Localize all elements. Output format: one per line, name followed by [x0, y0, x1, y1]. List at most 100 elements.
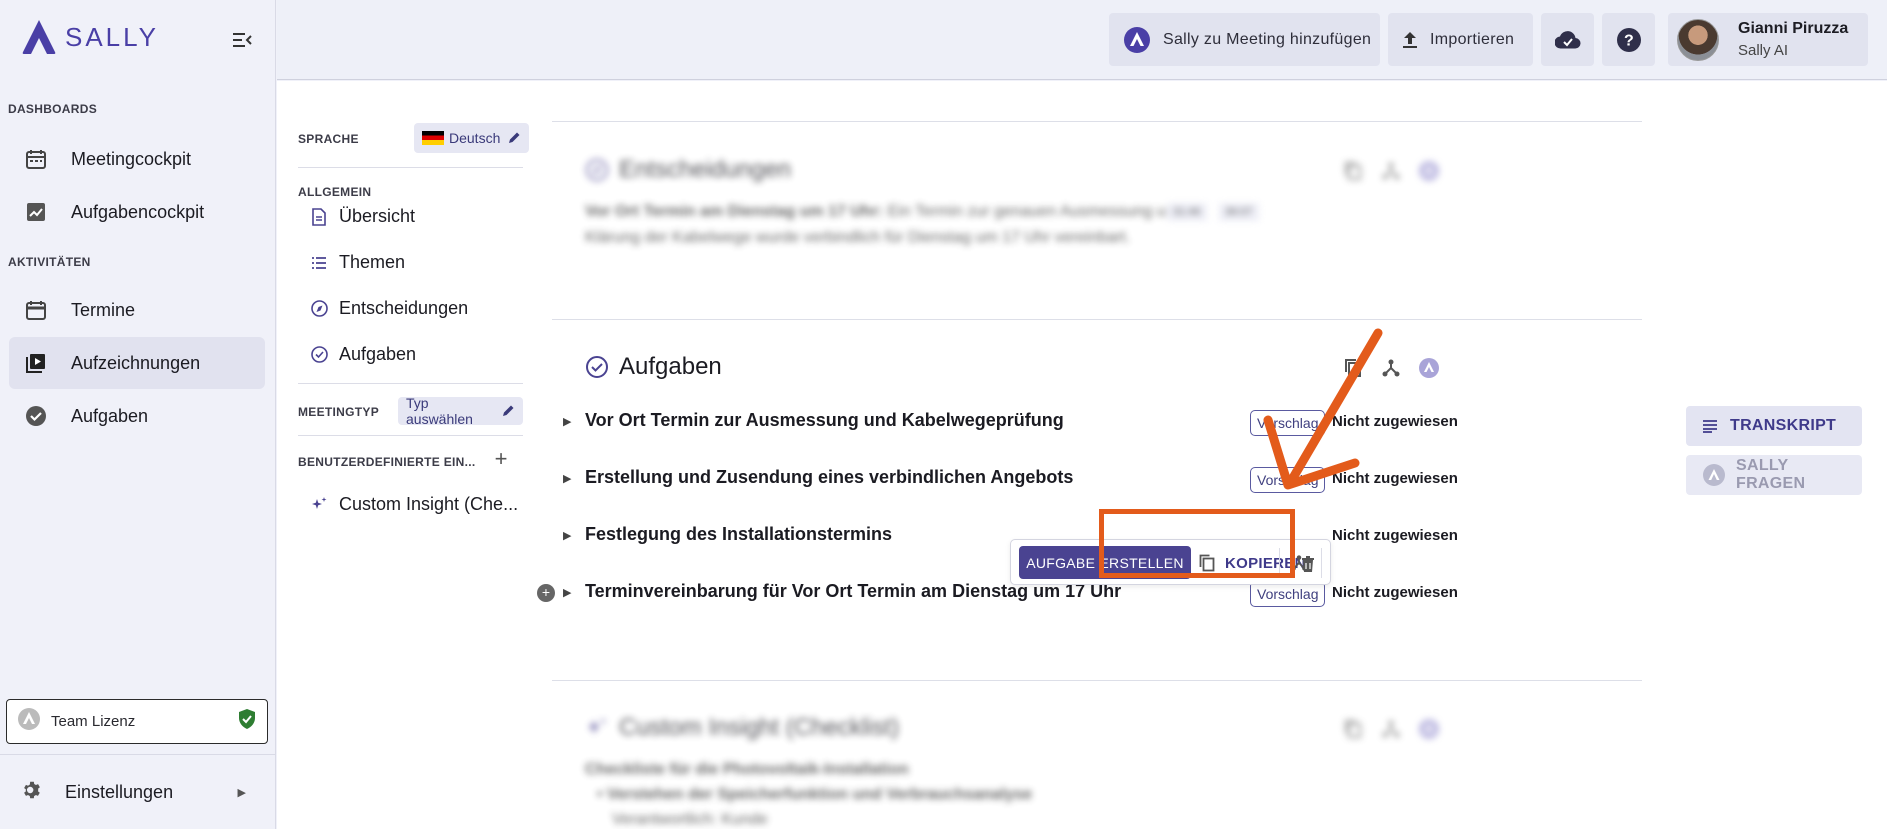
import-button[interactable]: Importieren — [1388, 13, 1533, 66]
plus-icon: + — [494, 446, 508, 471]
cloud-check-icon — [1554, 30, 1581, 50]
task-row[interactable]: ▶ Erstellung und Zusendung eines verbind… — [552, 461, 1642, 501]
language-selector[interactable]: Deutsch — [414, 123, 530, 153]
shield-check-icon — [237, 708, 257, 735]
edit-icon — [501, 404, 515, 418]
sally-badge-icon[interactable] — [1418, 357, 1440, 379]
summary-panel: Entscheidungen Vor Ort Termin am Diensta… — [537, 81, 1642, 829]
expand-caret-icon[interactable]: ▶ — [563, 529, 571, 542]
share-icon[interactable] — [1380, 718, 1402, 740]
timestamp-badge: 36:07 — [1219, 203, 1259, 221]
toc-item-custom-insight[interactable]: Custom Insight (Che... — [310, 494, 518, 515]
meeting-type-selector[interactable]: Typ auswählen — [398, 395, 523, 427]
divider — [298, 435, 523, 436]
collapse-sidebar-button[interactable] — [230, 28, 258, 52]
upload-icon — [1402, 31, 1418, 49]
sidebar-item-aufgaben[interactable]: Aufgaben — [9, 390, 265, 442]
license-label: Team Lizenz — [51, 713, 136, 730]
sidebar-item-label: Aufgaben — [71, 405, 149, 426]
task-assignee[interactable]: Nicht zugewiesen — [1332, 527, 1458, 544]
sally-badge-icon — [1702, 463, 1726, 487]
ask-sally-button[interactable]: SALLY FRAGEN — [1686, 455, 1862, 495]
activities-label: AKTIVITÄTEN — [8, 255, 91, 269]
custom-insights-label: BENUTZERDEFINIERTE EIN... — [298, 455, 476, 469]
check-circle-outline-icon — [310, 346, 328, 364]
ask-sally-label: SALLY FRAGEN — [1736, 457, 1806, 492]
expand-caret-icon[interactable]: ▶ — [563, 472, 571, 485]
dashboards-label: DASHBOARDS — [8, 102, 98, 116]
check-circle-outline-icon — [585, 355, 609, 379]
toc-item-label: Entscheidungen — [339, 298, 469, 318]
add-custom-insight-button[interactable]: + — [491, 446, 511, 471]
task-title[interactable]: Vor Ort Termin zur Ausmessung und Kabelw… — [585, 410, 1064, 431]
divider — [298, 383, 523, 384]
timestamp-badge: 31:46 — [1167, 203, 1207, 221]
checklist-item: • Verstehen der Speicherfunktion und Ver… — [597, 786, 1033, 803]
help-button[interactable]: ? — [1602, 13, 1655, 66]
decision-text: Ein Termin zur genauen Ausmessung und — [887, 203, 1184, 220]
meeting-type-value: Typ auswählen — [406, 395, 473, 427]
sidebar-item-aufgabencockpit[interactable]: Aufgabencockpit — [9, 186, 265, 238]
sidebar-item-termine[interactable]: Termine — [9, 284, 265, 336]
add-task-icon[interactable]: + — [537, 584, 555, 602]
divider — [1279, 548, 1280, 578]
user-name: Gianni Piruzza — [1738, 20, 1849, 37]
tasks-title: Aufgaben — [619, 353, 722, 380]
decision-line-2: Klärung der Kabelwege wurde verbindlich … — [585, 229, 1131, 246]
task-action-toolbar: AUFGABE ERSTELLEN KOPIEREN — [1010, 539, 1331, 585]
expand-caret-icon[interactable]: ▶ — [563, 415, 571, 428]
task-title[interactable]: Festlegung des Installationstermins — [585, 524, 892, 545]
copy-icon[interactable] — [1342, 718, 1364, 740]
task-title[interactable]: Erstellung und Zusendung eines verbindli… — [585, 467, 1073, 488]
main-content: SPRACHE Deutsch ALLGEMEIN Übersicht Them… — [277, 81, 1887, 829]
sidebar-item-aufzeichnungen[interactable]: Aufzeichnungen — [9, 337, 265, 389]
create-task-button[interactable]: AUFGABE ERSTELLEN — [1019, 546, 1191, 579]
divider — [1321, 548, 1322, 578]
divider — [552, 319, 1642, 320]
settings-button[interactable]: Einstellungen ▶ — [0, 754, 276, 829]
license-status[interactable]: Team Lizenz — [6, 699, 268, 744]
annotation-arrow-icon — [1263, 328, 1383, 490]
share-icon[interactable] — [1380, 160, 1402, 182]
task-row[interactable]: ▶ Vor Ort Termin zur Ausmessung und Kabe… — [552, 404, 1642, 444]
toc-item-topics[interactable]: Themen — [310, 252, 405, 273]
toc-item-decisions[interactable]: Entscheidungen — [310, 298, 468, 319]
check-circle-icon — [24, 404, 48, 428]
toc-item-label: Themen — [339, 252, 406, 272]
transcript-label: TRANSKRIPT — [1730, 417, 1837, 434]
toc-item-label: Übersicht — [339, 206, 416, 226]
delete-icon[interactable] — [1297, 553, 1319, 575]
cloud-sync-button[interactable] — [1541, 13, 1594, 66]
calendar-icon — [24, 298, 48, 322]
sidebar-item-label: Meetingcockpit — [71, 148, 192, 169]
divider — [298, 167, 523, 168]
svg-text:?: ? — [1623, 32, 1633, 49]
checklist-item-text: Verstehen der Speicherfunktion und Verbr… — [607, 786, 1033, 803]
sally-logo-icon — [1123, 26, 1151, 54]
add-sally-to-meeting-button[interactable]: Sally zu Meeting hinzufügen — [1109, 13, 1380, 66]
transcript-button[interactable]: TRANSKRIPT — [1686, 406, 1862, 446]
sally-badge-icon[interactable] — [1418, 160, 1440, 182]
user-menu[interactable]: Gianni Piruzza Sally AI — [1668, 13, 1868, 66]
toc-item-tasks[interactable]: Aufgaben — [310, 344, 416, 365]
sidebar-item-meetingcockpit[interactable]: Meetingcockpit — [9, 133, 265, 185]
chevron-right-icon: ▶ — [237, 786, 246, 799]
video-library-icon — [24, 351, 48, 375]
divider — [552, 121, 1642, 122]
toc-item-label: Custom Insight (Che... — [339, 494, 519, 514]
expand-caret-icon[interactable]: ▶ — [563, 586, 571, 599]
logo[interactable]: SALLY — [21, 18, 159, 56]
sidebar-item-label: Termine — [71, 299, 136, 320]
toc-item-label: Aufgaben — [339, 344, 417, 364]
section-actions — [1342, 718, 1440, 740]
compass-icon — [585, 158, 609, 182]
toc-item-overview[interactable]: Übersicht — [310, 206, 415, 227]
top-bar: Sally zu Meeting hinzufügen Importieren … — [277, 0, 1887, 80]
checklist-heading: Checkliste für die Photovoltaik-Installa… — [585, 761, 909, 778]
general-label: ALLGEMEIN — [298, 185, 372, 199]
edit-icon — [507, 131, 521, 145]
settings-label: Einstellungen — [65, 781, 174, 802]
task-assignee[interactable]: Nicht zugewiesen — [1332, 584, 1458, 601]
copy-icon[interactable] — [1342, 160, 1364, 182]
sally-badge-icon[interactable] — [1418, 718, 1440, 740]
